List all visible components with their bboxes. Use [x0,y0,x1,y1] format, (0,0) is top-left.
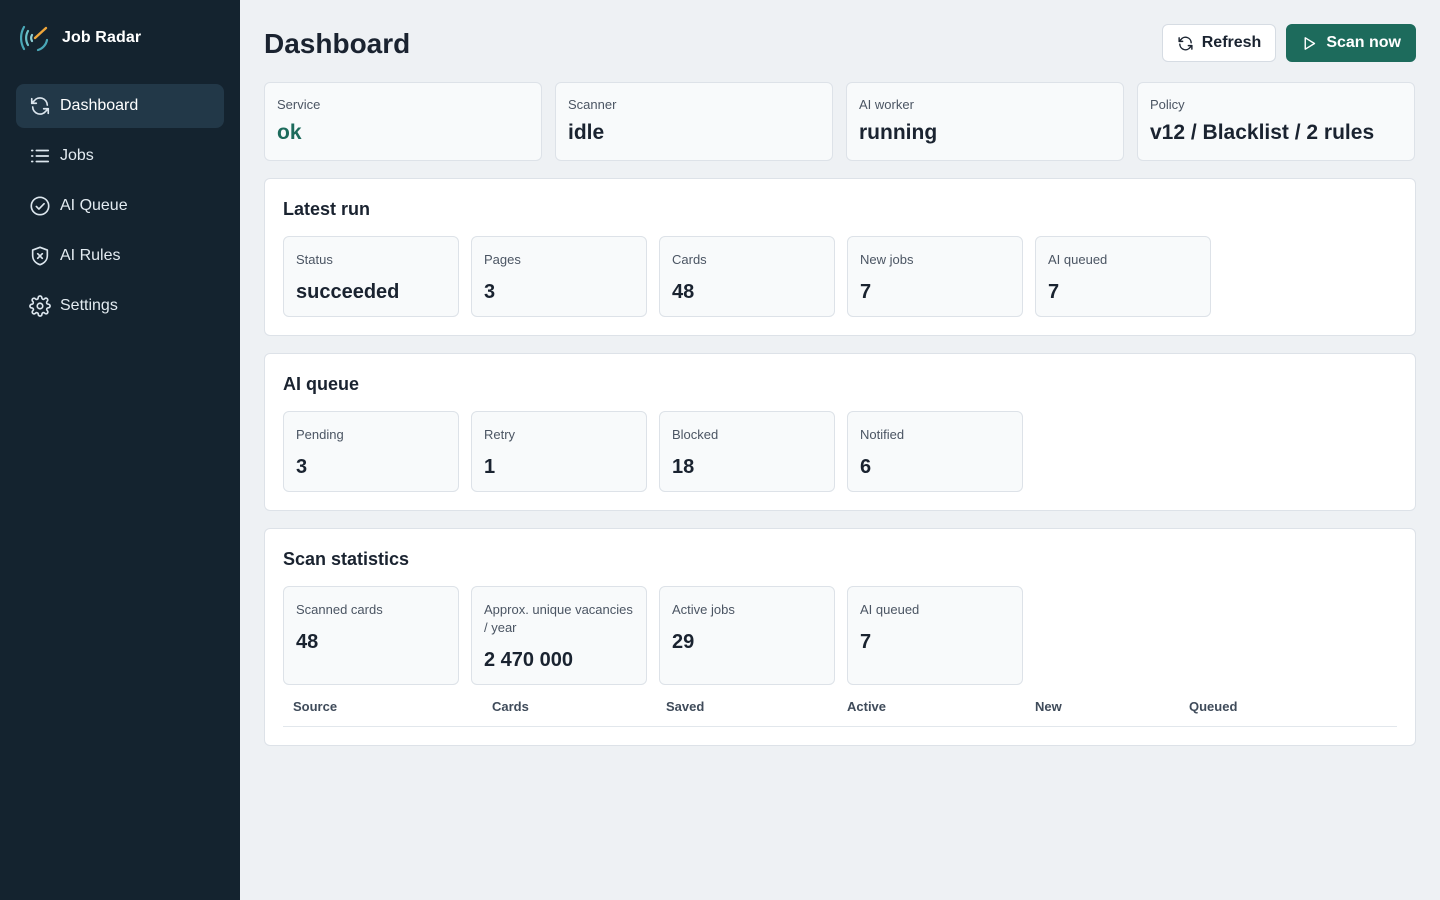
column-header-active[interactable]: Active [837,695,1025,727]
metric-label: Pages [484,252,521,267]
metric-value: 3 [484,281,496,303]
radar-logo-icon [20,23,50,53]
gear-icon [28,294,52,318]
latest-run-panel: Latest run Status succeeded Pages 3 Card… [264,178,1416,336]
metric-value: 7 [860,281,872,303]
sidebar-item-label: Jobs [60,147,94,164]
scan-statistics-metrics: Scanned cards 48 Approx. unique vacancie… [283,586,1397,685]
metric-card-status: Status succeeded [283,236,459,317]
sidebar-item-dashboard[interactable]: Dashboard [16,84,224,128]
metric-card-pages: Pages 3 [471,236,647,317]
scan-now-button-label: Scan now [1326,34,1401,51]
scan-now-button[interactable]: Scan now [1286,24,1416,62]
metric-card-unique-vacancies: Approx. unique vacancies / year 2 470 00… [471,586,647,685]
metric-card-ai-queued: AI queued 7 [1035,236,1211,317]
main-content: Dashboard Refresh Scan now Service ok Sc… [264,0,1416,763]
service-status-value: ok [277,121,302,144]
metric-label: Cards [672,252,707,267]
card-label: Service [277,97,321,112]
metric-label: Blocked [672,427,719,442]
sidebar-item-label: Settings [60,297,118,314]
metric-label: Active jobs [672,602,735,617]
source-stats-table: Source Cards Saved Active New Queued [283,695,1397,727]
metric-card-retry: Retry 1 [471,411,647,492]
metric-label: Pending [296,427,344,442]
check-circle-icon [28,194,52,218]
column-header-cards[interactable]: Cards [482,695,656,727]
sidebar-nav: Dashboard Jobs AI Queue AI Rules Setting… [0,76,240,342]
metric-value: 6 [860,456,872,478]
list-icon [28,144,52,168]
summary-card-policy: Policy v12 / Blacklist / 2 rules [1137,82,1415,161]
sidebar-item-ai-queue[interactable]: AI Queue [16,184,224,228]
card-label: AI worker [859,97,914,112]
sidebar-item-settings[interactable]: Settings [16,284,224,328]
ai-worker-status-value: running [859,121,938,144]
card-label: Scanner [568,97,617,112]
app-name: Job Radar [62,29,142,46]
metric-value: 7 [860,631,872,653]
column-header-queued[interactable]: Queued [1179,695,1397,727]
header-actions: Refresh Scan now [1161,24,1416,62]
metric-value: 29 [672,631,695,653]
metric-label: Scanned cards [296,602,383,617]
metric-value: 3 [296,456,308,478]
metric-card-new-jobs: New jobs 7 [847,236,1023,317]
metric-card-cards: Cards 48 [659,236,835,317]
policy-value: v12 / Blacklist / 2 rules [1150,121,1375,144]
sidebar: Job Radar Dashboard Jobs AI Queue AI Rul… [0,0,240,900]
metric-label: New jobs [860,252,914,267]
column-header-new[interactable]: New [1025,695,1179,727]
metric-value: 7 [1048,281,1060,303]
metric-label: Approx. unique vacancies / year [484,602,633,635]
refresh-button[interactable]: Refresh [1161,24,1277,62]
play-icon [1304,36,1316,50]
table-header-row: Source Cards Saved Active New Queued [283,695,1397,727]
summary-card-scanner: Scanner idle [555,82,833,161]
metric-value: 48 [672,281,695,303]
shield-x-icon [28,244,52,268]
metric-label: Retry [484,427,516,442]
page-header: Dashboard Refresh Scan now [264,0,1416,82]
column-header-source[interactable]: Source [283,695,482,727]
ai-queue-metrics: Pending 3 Retry 1 Blocked 18 Notified 6 [283,411,1397,492]
metric-card-blocked: Blocked 18 [659,411,835,492]
refresh-icon [1178,36,1193,50]
ai-queue-panel: AI queue Pending 3 Retry 1 Blocked 18 No… [264,353,1416,511]
sidebar-item-label: AI Rules [60,247,121,264]
panel-title: AI queue [283,374,360,394]
metric-value: 18 [672,456,695,478]
brand[interactable]: Job Radar [0,0,240,76]
summary-card-service: Service ok [264,82,542,161]
card-label: Policy [1150,97,1185,112]
metric-label: Status [296,252,333,267]
metric-value: 2 470 000 [484,649,573,671]
sidebar-item-label: Dashboard [60,97,139,114]
metric-card-notified: Notified 6 [847,411,1023,492]
summary-card-ai-worker: AI worker running [846,82,1124,161]
sidebar-item-label: AI Queue [60,197,128,214]
panel-title: Scan statistics [283,549,410,569]
scanner-status-value: idle [568,121,605,144]
latest-run-metrics: Status succeeded Pages 3 Cards 48 New jo… [283,236,1397,317]
metric-card-ai-queued: AI queued 7 [847,586,1023,685]
panel-title: Latest run [283,199,371,219]
sidebar-item-jobs[interactable]: Jobs [16,134,224,178]
refresh-button-label: Refresh [1201,34,1262,51]
metric-value: 1 [484,456,496,478]
metric-card-scanned-cards: Scanned cards 48 [283,586,459,685]
refresh-icon [28,94,52,118]
summary-cards: Service ok Scanner idle AI worker runnin… [264,82,1416,161]
metric-value: 48 [296,631,319,653]
sidebar-item-ai-rules[interactable]: AI Rules [16,234,224,278]
metric-label: AI queued [860,602,920,617]
metric-card-pending: Pending 3 [283,411,459,492]
metric-card-active-jobs: Active jobs 29 [659,586,835,685]
page-title: Dashboard [264,28,411,59]
metric-label: AI queued [1048,252,1108,267]
metric-label: Notified [860,427,905,442]
scan-statistics-panel: Scan statistics Scanned cards 48 Approx.… [264,528,1416,746]
metric-value: succeeded [296,281,400,303]
column-header-saved[interactable]: Saved [656,695,837,727]
